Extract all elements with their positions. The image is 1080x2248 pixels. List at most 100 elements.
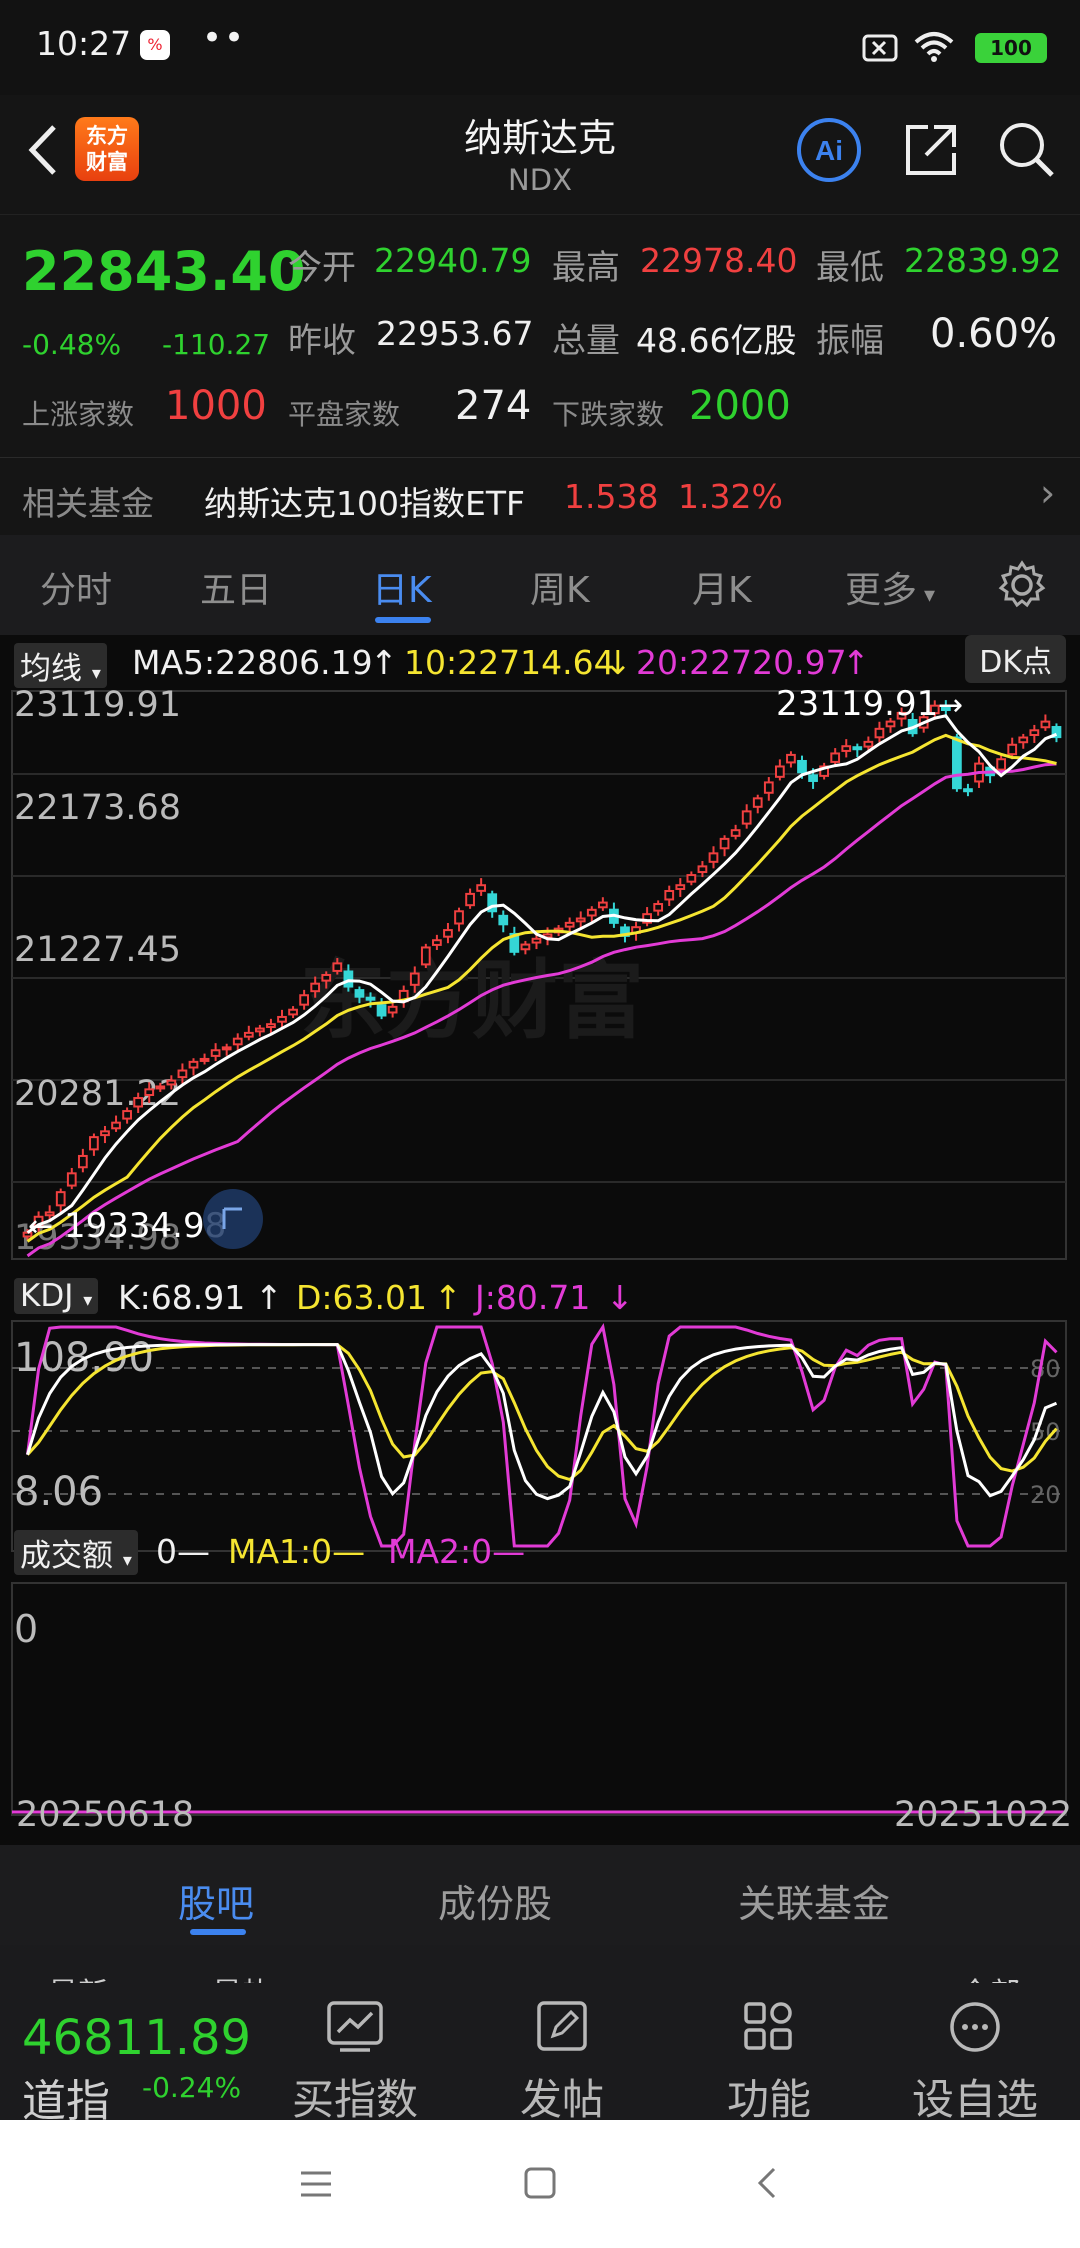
tab-constituents[interactable]: 成份股 <box>438 1873 552 1928</box>
kdj-j-value: J:80.71 <box>475 1278 591 1317</box>
post-button[interactable]: 发帖 <box>487 2000 637 2127</box>
kdj-selector[interactable]: KDJ ▾ <box>14 1278 99 1314</box>
kdj-selector-label: KDJ <box>20 1278 74 1314</box>
candle-body <box>465 892 475 907</box>
candle-body <box>177 1069 188 1079</box>
functions-button[interactable]: 功能 <box>694 2000 844 2127</box>
status-time: 10:27 <box>36 24 132 63</box>
buy-index-button[interactable]: 买指数 <box>280 2000 430 2127</box>
candle-body <box>66 1172 77 1187</box>
gear-icon[interactable] <box>996 559 1048 611</box>
tab-daily-k[interactable]: 日K <box>372 561 432 613</box>
candle-body <box>730 829 741 837</box>
kdj-k-value: K:68.91 <box>118 1278 246 1317</box>
candle-body <box>952 736 962 790</box>
candle-body <box>89 1136 99 1151</box>
wifi-icon <box>914 32 954 62</box>
candle-body <box>199 1057 210 1062</box>
add-watchlist-button[interactable]: 设自选 <box>900 2000 1050 2127</box>
kdj-k-arrow-icon: ↑ <box>255 1278 283 1317</box>
candle-body <box>144 1088 155 1097</box>
candle-body <box>797 759 807 774</box>
tab-five-day[interactable]: 五日 <box>200 561 272 613</box>
caret-down-icon: ▾ <box>83 1290 93 1311</box>
candle-body <box>354 989 365 998</box>
tab-more-label: 更多 <box>845 570 918 611</box>
last-price: 22843.40 <box>22 240 306 303</box>
change-amount: -110.27 <box>162 328 271 361</box>
kdj-j-line <box>26 1323 1058 1548</box>
candle-body <box>852 746 863 751</box>
change-percent: -0.48% <box>22 328 122 361</box>
volume-label: 总量 <box>552 321 620 361</box>
tab-weekly-k[interactable]: 周K <box>530 561 590 613</box>
kdj-d-line <box>26 1343 1058 1482</box>
candle-body <box>55 1191 66 1207</box>
candle-body <box>719 837 730 850</box>
candle-body <box>221 1046 232 1051</box>
candle-body <box>111 1121 121 1130</box>
volume-ma2: MA2:0— <box>388 1532 526 1571</box>
kdj-ref-20: 20 <box>1030 1481 1061 1509</box>
candle-body <box>255 1027 265 1033</box>
kline-chart[interactable]: 均线 ▾ MA5:22806.19 ↑ 10:22714.64 ↓ 20:227… <box>0 635 1080 1845</box>
bottom-toolbar: 最新 最热 全部 46811.89 道指 -0.24% 买指数 发帖 功能 <box>0 1945 1080 2127</box>
candle-body <box>531 937 542 944</box>
tab-intraday[interactable]: 分时 <box>40 561 112 613</box>
prev-close-value: 22953.67 <box>376 314 534 353</box>
menu-icon[interactable] <box>298 2166 334 2202</box>
up-count-label: 上涨家数 <box>22 398 135 431</box>
divider <box>0 457 1080 458</box>
related-fund-price: 1.538 <box>564 477 659 516</box>
candle-body <box>1007 743 1018 756</box>
sim-icon <box>862 34 898 62</box>
battery-icon: 100 <box>975 33 1047 63</box>
low-marker: 19334.98 <box>64 1206 226 1246</box>
filter-all[interactable]: 全部 <box>960 1969 1020 1983</box>
price-axis-label: 20281.22 <box>14 1074 181 1114</box>
tab-forum[interactable]: 股吧 <box>178 1873 254 1928</box>
active-subtab-indicator <box>190 1929 246 1935</box>
tab-related-funds[interactable]: 关联基金 <box>738 1873 890 1928</box>
kdj-d-value: D:63.01 <box>296 1278 428 1317</box>
candle-body <box>575 917 586 923</box>
candle-body <box>476 884 487 892</box>
candle-body <box>266 1023 276 1029</box>
caret-down-icon: ▾ <box>122 1550 132 1571</box>
related-fund-pct: 1.32% <box>678 477 783 516</box>
price-axis-label: 22173.68 <box>14 788 181 828</box>
candle-body <box>243 1031 254 1038</box>
candle-body <box>299 994 309 1006</box>
caret-down-icon: ▾ <box>917 583 936 608</box>
tab-more[interactable]: 更多 ▾ <box>845 561 935 613</box>
candle-body <box>653 903 664 912</box>
volume-axis-zero: 0 <box>14 1607 38 1651</box>
volume-selector-label: 成交额 <box>20 1538 113 1574</box>
high-marker-arrow: → <box>938 688 963 723</box>
tab-monthly-k[interactable]: 月K <box>692 561 752 613</box>
ai-icon[interactable]: Ai <box>796 117 862 183</box>
candle-body <box>210 1049 221 1057</box>
volume-selector[interactable]: 成交额 ▾ <box>14 1530 138 1575</box>
down-count-value: 2000 <box>689 383 791 429</box>
search-icon[interactable] <box>994 117 1060 183</box>
date-start: 20250618 <box>16 1795 195 1835</box>
volume-ma1: MA1:0— <box>228 1532 366 1571</box>
candle-body <box>664 889 675 901</box>
low-value: 22839.92 <box>904 241 1062 280</box>
candle-body <box>77 1154 88 1169</box>
volume-value: 48.66亿股 <box>636 321 797 360</box>
candle-body <box>786 753 796 764</box>
replay-button[interactable] <box>203 1189 263 1249</box>
share-icon[interactable] <box>898 117 964 183</box>
sort-latest[interactable]: 最新 <box>48 1969 108 1983</box>
candle-body <box>232 1037 243 1046</box>
back-nav-icon[interactable] <box>752 2164 782 2202</box>
candle-body <box>321 973 332 982</box>
dow-change: -0.24% <box>142 2071 242 2104</box>
flat-count-value: 274 <box>455 383 532 429</box>
status-bar: 10:27 % •• 100 <box>0 0 1080 95</box>
down-count-label: 下跌家数 <box>552 398 665 431</box>
home-icon[interactable] <box>522 2164 558 2202</box>
sort-hottest[interactable]: 最热 <box>212 1969 272 1983</box>
